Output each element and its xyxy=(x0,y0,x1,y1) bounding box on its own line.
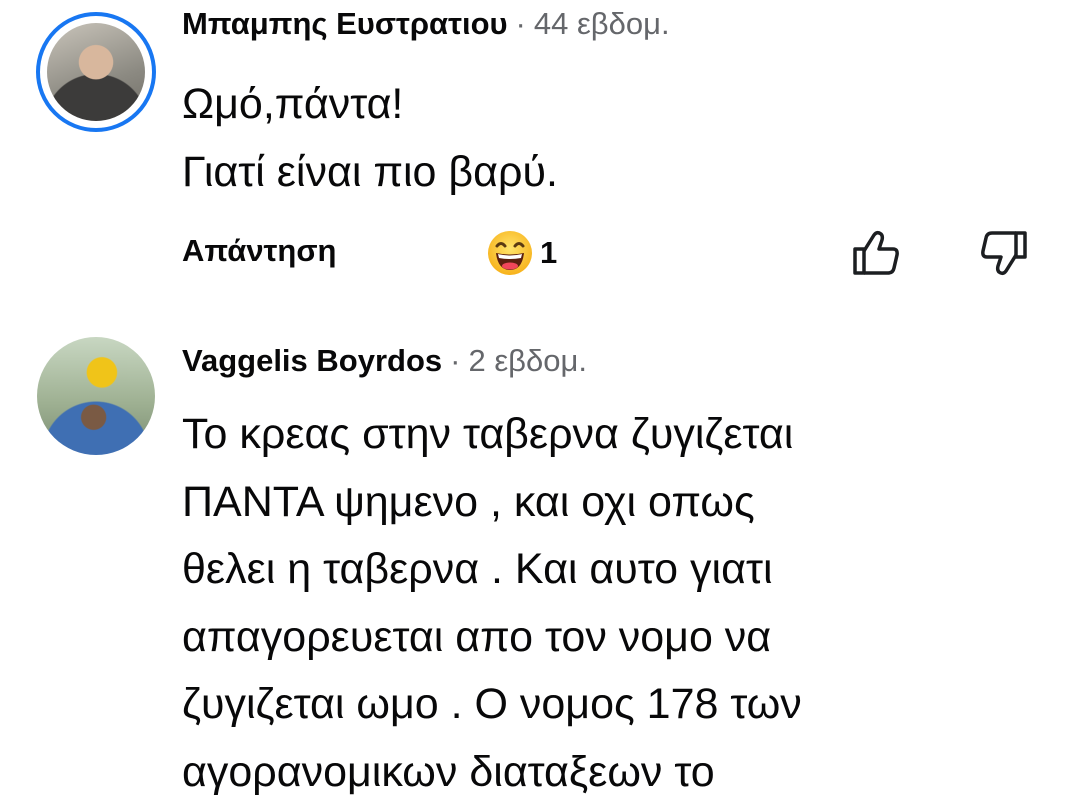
timestamp[interactable]: 2 εβδομ. xyxy=(468,343,586,378)
avatar-story-ring[interactable] xyxy=(36,12,156,132)
comment: Vaggelis Boyrdos · 2 εβδομ. Το κρεας στην … xyxy=(0,320,1080,808)
comment-text-line: αγορανομικων διαταξεων το xyxy=(182,747,715,796)
comment-text: Ωμό,πάντα! Γιατί είναι πιο βαρύ. xyxy=(182,70,558,206)
comment-text-line: απαγορευεται απο τον νομο να xyxy=(182,612,772,661)
comment-header: Μπαμπης Ευστρατιου · 44 εβδομ. xyxy=(182,4,670,44)
timestamp[interactable]: 44 εβδομ. xyxy=(534,6,670,41)
separator: · xyxy=(515,6,526,41)
author-name[interactable]: Μπαμπης Ευστρατιου xyxy=(182,6,508,41)
comment-text: Το κρεας στην ταβερνα ζυγιζεται ΠΑΝΤΑ ψη… xyxy=(182,401,1062,806)
thumbs-down-icon[interactable] xyxy=(978,228,1030,278)
thumbs-up-icon[interactable] xyxy=(850,228,902,278)
avatar[interactable] xyxy=(47,23,145,121)
comment-header: Vaggelis Boyrdos · 2 εβδομ. xyxy=(182,341,587,381)
comment-text-line: Ωμό,πάντα! xyxy=(182,80,404,128)
comment-text-line: ζυγιζεται ωμο . Ο νομος 178 των xyxy=(182,680,802,728)
comment: Μπαμπης Ευστρατιου · 44 εβδομ. Ωμό,πάντα! … xyxy=(0,0,1080,320)
laughing-emoji-icon xyxy=(488,231,532,275)
separator: · xyxy=(450,343,461,378)
reaction-count: 1 xyxy=(540,235,558,270)
comment-text-line: ΠΑΝΤΑ ψημενο , και οχι οπως xyxy=(182,477,755,526)
comment-text-line: Το κρεας στην ταβερνα ζυγιζεται xyxy=(182,410,794,458)
avatar-frame[interactable] xyxy=(37,337,155,455)
reaction-summary[interactable]: 1 xyxy=(486,228,557,278)
avatar[interactable] xyxy=(37,337,155,455)
reply-button[interactable]: Απάντηση xyxy=(182,233,336,269)
comment-text-line: θελει η ταβερνα . Και αυτο γιατι xyxy=(182,545,773,593)
author-name[interactable]: Vaggelis Boyrdos xyxy=(182,343,442,378)
comment-actions: Απάντηση 1 xyxy=(0,228,1080,278)
comment-text-line: Γιατί είναι πιο βαρύ. xyxy=(182,148,558,196)
